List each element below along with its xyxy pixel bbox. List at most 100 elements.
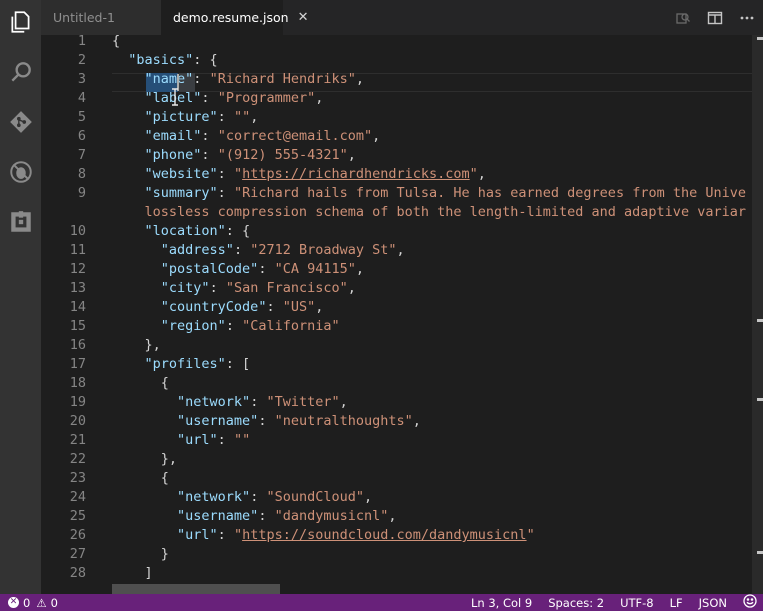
line-code: "username": "dandymusicnl", (112, 507, 397, 526)
line-number: 28 (69, 565, 86, 581)
code-line: 26 "url": "https://soundcloud.com/dandym… (41, 526, 763, 545)
code-token: "Programmer" (217, 90, 316, 106)
code-line: 11 "address": "2712 Broadway St", (41, 241, 763, 260)
code-token: : (258, 508, 275, 524)
line-code: "username": "neutralthoughts", (112, 412, 421, 431)
code-line: 19 "network": "Twitter", (41, 393, 763, 412)
line-number: 5 (77, 109, 86, 125)
code-token: "US" (282, 299, 316, 315)
code-token: "2712 Broadway St" (250, 242, 397, 258)
code-line: 4 "label": "Programmer", (41, 89, 763, 108)
code-line: 9 "summary": "Richard hails from Tulsa. … (41, 184, 763, 203)
code-token: , (388, 508, 397, 524)
code-token: , (372, 128, 381, 144)
line-code: "profiles": [ (112, 355, 251, 374)
code-token: : (258, 413, 275, 429)
line-code: }, (112, 336, 161, 355)
indentation[interactable]: Spaces: 2 (548, 596, 604, 610)
error-icon: ✕ (8, 597, 19, 608)
scrollbar-thumb[interactable] (753, 35, 763, 594)
extensions-icon[interactable] (0, 202, 41, 242)
line-code: "countryCode": "US", (112, 298, 324, 317)
line-code: { (112, 469, 169, 488)
code-token: , (339, 394, 348, 410)
warning-count: 0 (50, 595, 58, 610)
vertical-scrollbar[interactable] (752, 35, 763, 594)
line-number: 2 (77, 52, 86, 68)
horizontal-scrollbar-thumb[interactable] (112, 584, 280, 594)
code-token: , (315, 299, 324, 315)
code-line: 16 }, (41, 336, 763, 355)
code-token: } (112, 546, 169, 562)
tab-label: Untitled-1 (53, 10, 115, 25)
code-token: : (217, 185, 234, 201)
more-icon[interactable] (731, 0, 763, 35)
code-line: 13 "city": "San Francisco", (41, 279, 763, 298)
feedback-smiley-icon[interactable] (743, 594, 757, 611)
code-token: : [ (225, 356, 251, 372)
code-line: 2 "basics": { (41, 51, 763, 70)
line-number: 23 (69, 470, 86, 486)
code-token: "phone" (144, 147, 202, 163)
code-token: lossless compression schema of both the … (112, 204, 746, 220)
cursor-position[interactable]: Ln 3, Col 9 (471, 596, 532, 610)
files-icon[interactable] (0, 2, 41, 42)
code-token: : (217, 432, 234, 448)
tab-actions (667, 0, 763, 35)
line-code: "phone": "(912) 555-4321", (112, 146, 356, 165)
code-token: : (209, 280, 226, 296)
open-preview-icon[interactable] (667, 0, 699, 35)
code-token: , (477, 166, 486, 182)
language-mode[interactable]: JSON (699, 596, 727, 610)
line-code: "basics": { (112, 51, 217, 70)
split-editor-icon[interactable] (699, 0, 731, 35)
code-token: : (201, 147, 218, 163)
tab-untitled-1[interactable]: Untitled-1 (41, 0, 161, 35)
code-line: 5 "picture": "", (41, 108, 763, 127)
search-icon[interactable] (0, 52, 41, 92)
git-icon[interactable] (0, 102, 41, 142)
code-token: "Richard Hendriks" (209, 71, 356, 87)
line-code: "location": { (112, 222, 251, 241)
line-code: }, (112, 450, 177, 469)
code-token: " (469, 166, 478, 182)
code-token: " (233, 527, 243, 543)
end-of-line[interactable]: LF (670, 596, 683, 610)
code-line: 3 "name": "Richard Hendriks", (41, 70, 763, 89)
code-token: "picture" (144, 109, 218, 125)
close-icon[interactable]: ✕ (298, 10, 309, 25)
tab-demo-resume-json[interactable]: demo.resume.json ✕ (161, 0, 309, 35)
code-token[interactable]: https://richardhendricks.com (242, 166, 470, 182)
code-token: "url" (177, 527, 218, 543)
encoding[interactable]: UTF-8 (620, 596, 654, 610)
code-token: : (233, 242, 251, 258)
code-token: "network" (177, 489, 251, 505)
code-token: "network" (177, 394, 251, 410)
code-token: "countryCode" (160, 299, 267, 315)
line-number: 11 (69, 242, 86, 258)
overview-ruler-mark (757, 37, 763, 40)
line-number: 7 (77, 147, 86, 163)
code-token: "summary" (144, 185, 218, 201)
code-line: 24 "network": "SoundCloud", (41, 488, 763, 507)
code-token[interactable]: https://soundcloud.com/dandymusicnl (242, 527, 526, 543)
code-editor[interactable]: 1{2 "basics": {3 "name": "Richard Hendri… (41, 35, 763, 594)
code-token: "CA 94115" (274, 261, 356, 277)
code-token: : (225, 318, 243, 334)
code-token: : (250, 489, 267, 505)
code-token: , (364, 489, 373, 505)
problems-indicator[interactable]: ✕ 0 ⚠ 0 (8, 596, 58, 610)
code-token: { (112, 470, 169, 486)
code-token: "location" (144, 223, 226, 239)
line-number: 22 (69, 451, 86, 467)
line-number: 4 (77, 90, 86, 106)
code-token: : (250, 394, 267, 410)
code-token: : (201, 128, 218, 144)
debug-icon[interactable] (0, 152, 41, 192)
